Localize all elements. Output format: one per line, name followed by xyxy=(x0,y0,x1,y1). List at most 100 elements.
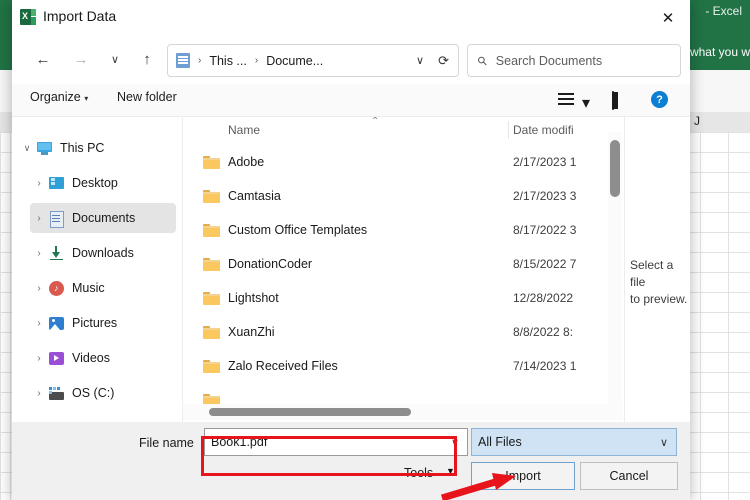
sidebar-item-desktop[interactable]: › Desktop xyxy=(30,168,176,198)
dialog-title: Import Data xyxy=(43,8,117,24)
file-date: 8/17/2022 3 xyxy=(513,223,577,237)
chevron-right-icon[interactable]: › xyxy=(30,353,48,364)
file-list[interactable]: Name ⌃ Date modifi Adobe 2/17/2023 1 Cam… xyxy=(183,117,623,422)
file-date: 8/8/2022 8: xyxy=(513,325,574,339)
refresh-icon[interactable]: ⟳ xyxy=(438,53,449,69)
file-name: Zalo Received Files xyxy=(228,359,338,373)
up-button[interactable]: ↑ xyxy=(132,44,162,74)
dialog-footer: File name Book1.pdf ∨ All Files ∨ Tools … xyxy=(12,422,690,500)
sidebar-item-pictures[interactable]: › Pictures xyxy=(30,308,176,338)
file-type-select[interactable]: All Files ∨ xyxy=(471,428,677,456)
sidebar-item-label: This PC xyxy=(60,141,105,155)
table-row[interactable]: Zalo Received Files 7/14/2023 1 xyxy=(183,349,623,383)
search-icon: ⚲ xyxy=(474,52,491,69)
chevron-right-icon[interactable]: › xyxy=(30,318,48,329)
chevron-down-icon[interactable]: ∨ xyxy=(18,143,36,154)
organize-label: Organize xyxy=(30,90,81,104)
column-header-name[interactable]: Name xyxy=(228,123,260,137)
preview-line-2: to preview. xyxy=(630,292,688,306)
sidebar-item-label: Downloads xyxy=(72,246,134,260)
breadcrumb-documents[interactable]: Docume... xyxy=(266,54,323,68)
documents-icon xyxy=(48,210,65,228)
forward-button[interactable]: → xyxy=(66,44,96,74)
chevron-right-icon[interactable]: › xyxy=(30,388,48,399)
file-date: 12/28/2022 xyxy=(513,291,574,305)
tools-button[interactable]: Tools xyxy=(404,466,433,480)
preview-placeholder: Select a file to preview. xyxy=(630,257,690,308)
preview-pane-button[interactable] xyxy=(612,89,618,110)
excel-column-letter: J xyxy=(694,114,700,128)
file-date: 2/17/2023 3 xyxy=(513,189,577,203)
sidebar-item-label: OS (C:) xyxy=(72,386,115,400)
horizontal-scrollbar-thumb[interactable] xyxy=(209,408,411,416)
preview-pane: Select a file to preview. xyxy=(624,117,690,422)
sidebar-item-videos[interactable]: › Videos xyxy=(30,343,176,373)
sidebar-item-os-c[interactable]: › OS (C:) xyxy=(30,378,176,408)
excel-title-text: - Excel xyxy=(705,4,742,18)
sidebar-item-downloads[interactable]: › Downloads xyxy=(30,238,176,268)
pc-icon xyxy=(36,141,53,156)
file-date: 2/17/2023 1 xyxy=(513,155,577,169)
close-icon[interactable]: ✕ xyxy=(652,4,684,32)
sidebar-item-this-pc[interactable]: ∨ This PC xyxy=(18,133,176,163)
excel-icon: X xyxy=(20,9,36,25)
sidebar-item-label: Desktop xyxy=(72,176,118,190)
chevron-down-icon[interactable]: ▼ xyxy=(446,466,455,476)
breadcrumb-separator-2: › xyxy=(254,55,259,66)
folder-icon xyxy=(203,258,220,271)
back-button[interactable]: ← xyxy=(28,44,58,74)
file-name: Camtasia xyxy=(228,189,281,203)
table-row[interactable]: Custom Office Templates 8/17/2022 3 xyxy=(183,213,623,247)
preview-line-1: Select a file xyxy=(630,258,674,289)
table-row[interactable]: Adobe 2/17/2023 1 xyxy=(183,145,623,179)
search-placeholder: Search Documents xyxy=(495,53,603,68)
chevron-down-icon[interactable]: ∨ xyxy=(660,436,668,449)
documents-folder-icon xyxy=(176,53,190,68)
sidebar-item-documents[interactable]: › Documents xyxy=(30,203,176,233)
sidebar-item-label: Music xyxy=(72,281,105,295)
chevron-down-icon[interactable]: ∨ xyxy=(416,54,424,67)
cancel-button[interactable]: Cancel xyxy=(580,462,678,490)
chevron-down-icon[interactable]: ∨ xyxy=(451,436,459,449)
file-name-input[interactable]: Book1.pdf ∨ xyxy=(204,428,468,456)
chevron-right-icon[interactable]: › xyxy=(30,283,48,294)
file-name: Adobe xyxy=(228,155,265,169)
folder-icon xyxy=(203,156,220,169)
table-row[interactable]: XuanZhi 8/8/2022 8: xyxy=(183,315,623,349)
new-folder-button[interactable]: New folder xyxy=(117,90,177,104)
breadcrumb-separator-1: › xyxy=(198,55,202,66)
table-row[interactable]: Camtasia 2/17/2023 3 xyxy=(183,179,623,213)
file-list-header: Name ⌃ Date modifi xyxy=(183,117,623,145)
file-name: Custom Office Templates xyxy=(228,223,368,237)
excel-ribbon-search-text: what you w xyxy=(689,45,750,59)
videos-icon xyxy=(48,351,65,366)
table-row[interactable]: Lightshot 12/28/2022 xyxy=(183,281,623,315)
chevron-right-icon[interactable]: › xyxy=(30,178,48,189)
file-date: 7/14/2023 1 xyxy=(513,359,577,373)
file-name-value: Book1.pdf xyxy=(211,435,268,449)
help-icon: ? xyxy=(651,91,668,108)
file-name: XuanZhi xyxy=(228,325,275,339)
chevron-right-icon[interactable]: › xyxy=(30,248,48,259)
sidebar-item-label: Documents xyxy=(72,211,136,225)
column-header-date-modified[interactable]: Date modifi xyxy=(513,123,574,137)
organize-button[interactable]: Organize ▾ xyxy=(30,90,88,104)
folder-icon xyxy=(203,224,220,237)
view-caret[interactable]: ▾ xyxy=(582,93,590,113)
chevron-right-icon[interactable]: › xyxy=(30,213,48,224)
vertical-scrollbar-thumb[interactable] xyxy=(610,140,620,197)
search-box[interactable]: ⚲ Search Documents xyxy=(467,44,681,77)
file-name: Lightshot xyxy=(228,291,279,305)
sort-ascending-icon: ⌃ xyxy=(371,117,380,127)
import-button[interactable]: Import xyxy=(471,462,575,490)
screenshot-root: - Excel what you w J X Import Data ✕ ← →… xyxy=(0,0,750,500)
navigation-pane: ∨ This PC › Desktop › Documents › Downlo… xyxy=(12,117,183,422)
folder-icon xyxy=(203,190,220,203)
table-row[interactable]: DonationCoder 8/15/2022 7 xyxy=(183,247,623,281)
desktop-icon xyxy=(48,176,65,191)
breadcrumb-this-pc[interactable]: This ... xyxy=(209,54,247,68)
sidebar-item-music[interactable]: › ♪ Music xyxy=(30,273,176,303)
recent-locations-button[interactable]: ∨ xyxy=(100,44,130,74)
help-button[interactable]: ? xyxy=(651,89,668,108)
address-bar[interactable]: › This ... › Docume... ∨ ⟳ xyxy=(167,44,459,77)
